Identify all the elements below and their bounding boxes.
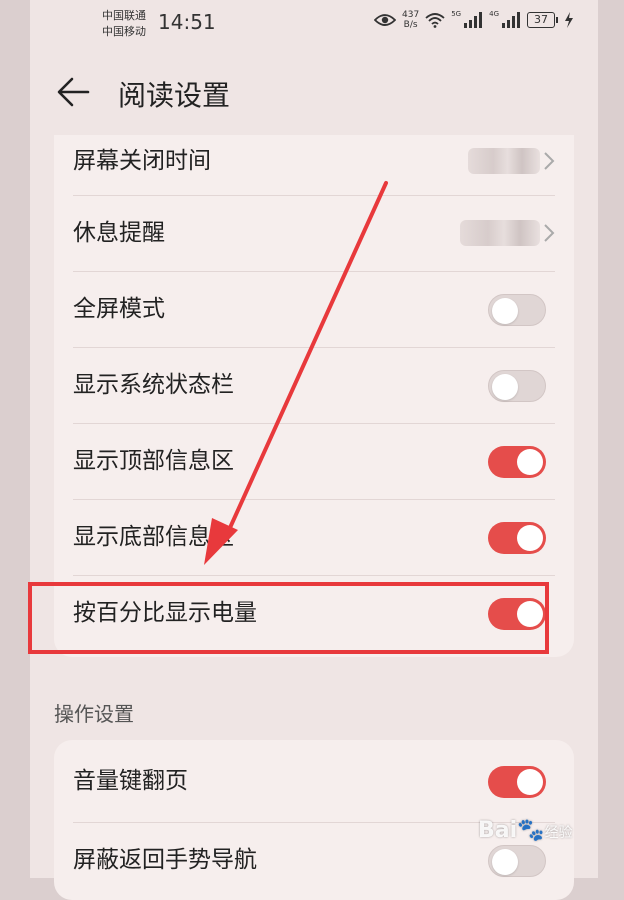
- setting-show-status-bar: 显示系统状态栏: [54, 347, 574, 423]
- toggle-switch[interactable]: [488, 446, 546, 478]
- carrier-2: 中国移动: [102, 25, 146, 38]
- toggle-switch[interactable]: [488, 370, 546, 402]
- battery-level: 37: [527, 12, 555, 28]
- net-speed: 437 B/s: [402, 10, 420, 30]
- battery-tip: [556, 17, 558, 23]
- setting-label: 屏幕关闭时间: [73, 148, 211, 174]
- wifi-icon: [425, 13, 445, 28]
- highlight-box: [28, 582, 549, 654]
- toggle-switch[interactable]: [488, 294, 546, 326]
- charging-bolt-icon: [565, 12, 573, 28]
- toggle-knob: [492, 849, 518, 875]
- page-title: 阅读设置: [118, 79, 231, 112]
- toggle-switch[interactable]: [488, 845, 546, 877]
- status-time: 14:51: [158, 10, 216, 34]
- setting-show-bottom-info: 显示底部信息区: [54, 499, 574, 575]
- toggle-knob: [517, 525, 543, 551]
- eye-icon: [374, 14, 397, 26]
- paw-icon: 🐾: [517, 818, 545, 843]
- setting-label: 显示顶部信息区: [73, 448, 234, 474]
- back-arrow-icon[interactable]: [54, 74, 94, 110]
- section-header-operation: 操作设置: [54, 702, 134, 726]
- toggle-switch[interactable]: [488, 766, 546, 798]
- battery-indicator: 37: [527, 12, 558, 28]
- baidu-watermark: Bai🐾经验: [478, 818, 573, 843]
- toggle-knob: [517, 449, 543, 475]
- setting-label: 音量键翻页: [73, 768, 188, 794]
- reading-settings-card: 屏幕关闭时间 休息提醒 全屏模式 显示系统状态栏 显示顶部信息区 显示底部信息区…: [54, 135, 574, 657]
- toggle-knob: [517, 769, 543, 795]
- setting-value-blurred: [460, 220, 540, 246]
- toggle-knob: [492, 298, 518, 324]
- carrier-1: 中国联通: [102, 9, 146, 22]
- status-icons: 437 B/s 5G 4G 37: [374, 10, 574, 30]
- chevron-right-icon: [544, 152, 555, 170]
- setting-label: 显示系统状态栏: [73, 372, 234, 398]
- setting-rest-reminder[interactable]: 休息提醒: [54, 195, 574, 271]
- chevron-right-icon: [544, 224, 555, 242]
- setting-label: 休息提醒: [73, 220, 165, 246]
- setting-screen-off-time[interactable]: 屏幕关闭时间: [54, 135, 574, 195]
- signal-2-tag: 4G: [489, 10, 499, 18]
- carrier-info: 中国联通 中国移动: [102, 8, 146, 40]
- setting-volume-key-page: 音量键翻页: [54, 740, 574, 822]
- phone-screen: 中国联通 中国移动 14:51 437 B/s 5G 4G 37 阅读设置 屏幕…: [30, 0, 598, 900]
- setting-show-top-info: 显示顶部信息区: [54, 423, 574, 499]
- setting-label: 全屏模式: [73, 296, 165, 322]
- setting-label: 显示底部信息区: [73, 524, 234, 550]
- toggle-switch[interactable]: [488, 522, 546, 554]
- signal-icon: [502, 12, 520, 28]
- setting-label: 屏蔽返回手势导航: [73, 847, 257, 873]
- setting-value-blurred: [468, 148, 540, 174]
- setting-fullscreen-mode: 全屏模式: [54, 271, 574, 347]
- signal-1-tag: 5G: [451, 10, 462, 18]
- signal-icon: [464, 12, 483, 28]
- toggle-knob: [492, 374, 518, 400]
